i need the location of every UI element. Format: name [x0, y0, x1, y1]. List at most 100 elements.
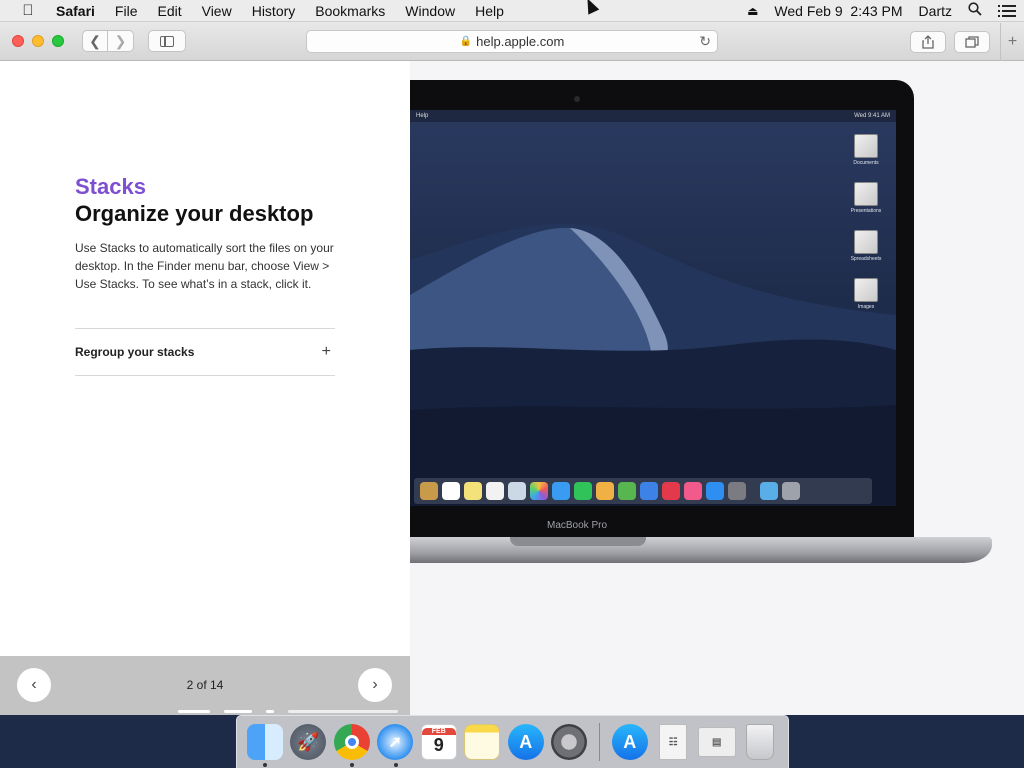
- app-icon: [662, 482, 680, 500]
- show-tabs-button[interactable]: [954, 31, 990, 53]
- zoom-button[interactable]: [52, 35, 64, 47]
- back-icon: ❮: [89, 32, 101, 49]
- laptop-label: MacBook Pro: [546, 520, 608, 531]
- app-icon: [728, 482, 746, 500]
- folder-stack-icon: [854, 230, 878, 254]
- menu-history[interactable]: History: [242, 0, 306, 22]
- menu-file[interactable]: File: [105, 0, 148, 22]
- stack-images: Images: [844, 278, 888, 310]
- back-button[interactable]: ❮: [82, 30, 108, 52]
- address-bar-url: help.apple.com: [476, 34, 565, 49]
- lock-icon: 🔒: [459, 36, 473, 47]
- dock-launchpad[interactable]: 🚀: [289, 722, 329, 762]
- dock-calendar[interactable]: FEB 9: [419, 722, 459, 762]
- progress-dot[interactable]: [288, 710, 398, 713]
- menu-datetime[interactable]: Wed Feb 9 2:43 PM: [774, 3, 902, 19]
- new-tab-button[interactable]: +: [1000, 23, 1024, 61]
- app-icon: [618, 482, 636, 500]
- dock-trash[interactable]: [740, 722, 780, 762]
- progress-dot[interactable]: [224, 710, 252, 713]
- launchpad-icon: 🚀: [290, 724, 327, 760]
- slide-counter: 2 of 14: [186, 678, 224, 692]
- progress-dot[interactable]: [178, 710, 210, 713]
- menu-app-name[interactable]: Safari: [56, 0, 105, 22]
- sidebar-icon: [160, 35, 174, 47]
- laptop-base: [410, 537, 992, 563]
- dock-app-store[interactable]: A: [506, 722, 546, 762]
- reload-icon[interactable]: ↻: [699, 33, 711, 50]
- app-icon: [760, 482, 778, 500]
- menu-user[interactable]: Dartz: [919, 3, 952, 19]
- article-body: Use Stacks to automatically sort the fil…: [75, 241, 334, 291]
- window-controls: [12, 35, 64, 47]
- dock-system-preferences[interactable]: [550, 722, 590, 762]
- menu-view[interactable]: View: [192, 0, 242, 22]
- dock-document[interactable]: ☷: [653, 722, 693, 762]
- plus-icon: +: [1007, 33, 1018, 50]
- folder-stack-icon: [854, 134, 878, 158]
- dock-installer[interactable]: ▤: [697, 722, 737, 762]
- address-bar[interactable]: 🔒 help.apple.com ↻: [306, 30, 718, 53]
- chrome-icon: [333, 724, 370, 760]
- search-icon[interactable]: [968, 2, 982, 19]
- sidebar-toggle-button[interactable]: [148, 30, 186, 52]
- next-slide-button[interactable]: ›: [358, 668, 392, 702]
- app-icon: [640, 482, 658, 500]
- folder-stack-icon: [854, 278, 878, 302]
- forward-icon: ❯: [114, 32, 127, 49]
- notification-list-icon[interactable]: [998, 4, 1016, 18]
- tabs-icon: [965, 36, 979, 48]
- app-store-icon: A: [611, 724, 648, 760]
- app-icon: [464, 482, 482, 500]
- safari-icon: ➚: [377, 724, 414, 760]
- progress-dot[interactable]: [266, 710, 274, 713]
- safari-toolbar: ❮ ❯ 🔒 help.apple.com ↻ +: [0, 22, 1024, 61]
- stack-spreadsheets: Spreadsheets: [844, 230, 888, 262]
- close-button[interactable]: [12, 35, 24, 47]
- dock-finder[interactable]: [245, 722, 285, 767]
- app-icon: [530, 482, 548, 500]
- notes-icon: [464, 724, 501, 760]
- apple-icon[interactable]: : [0, 2, 56, 19]
- app-icon: [508, 482, 526, 500]
- app-icon: [684, 482, 702, 500]
- menu-window[interactable]: Window: [395, 0, 465, 22]
- document-icon: ☷: [659, 724, 688, 760]
- illustration-menubar: Help Wed 9:41 AM: [410, 110, 896, 122]
- stack-presentations: Presentations: [844, 182, 888, 214]
- app-icon: [486, 482, 504, 500]
- dock: 🚀 ➚ FEB 9 A A ☷ ▤: [236, 715, 789, 768]
- stack-documents: Documents: [844, 134, 888, 166]
- gallery-pager: ‹ 2 of 14 ›: [0, 656, 410, 715]
- nav-buttons: ❮ ❯: [82, 30, 134, 52]
- menu-edit[interactable]: Edit: [147, 0, 191, 22]
- app-icon: [782, 482, 800, 500]
- illustration-dock: [414, 478, 872, 504]
- app-icon: [596, 482, 614, 500]
- illustration-menu-time: Wed 9:41 AM: [854, 113, 890, 119]
- dune-wallpaper: [410, 223, 896, 506]
- regroup-stacks-accordion[interactable]: Regroup your stacks +: [75, 328, 335, 376]
- minimize-button[interactable]: [32, 35, 44, 47]
- menu-help[interactable]: Help: [465, 0, 514, 22]
- eject-icon[interactable]: ⏏: [747, 4, 758, 18]
- app-icon: [574, 482, 592, 500]
- folder-stack-icon: [854, 182, 878, 206]
- calendar-icon: FEB 9: [420, 724, 457, 760]
- expand-plus-icon[interactable]: +: [322, 343, 331, 361]
- dock-app-store-downloads[interactable]: A: [610, 722, 650, 762]
- menu-bookmarks[interactable]: Bookmarks: [305, 0, 395, 22]
- app-store-icon: A: [507, 724, 544, 760]
- laptop-screen: Help Wed 9:41 AM Documents Presentations…: [410, 110, 896, 506]
- progress-dots: [178, 710, 398, 713]
- dock-safari[interactable]: ➚: [376, 722, 416, 767]
- article-headline: Organize your desktop: [75, 201, 314, 226]
- forward-button[interactable]: ❯: [108, 30, 134, 52]
- installer-icon: ▤: [697, 727, 736, 757]
- app-icon: [706, 482, 724, 500]
- share-button[interactable]: [910, 31, 946, 53]
- dock-chrome[interactable]: [332, 722, 372, 767]
- menu-bar:  Safari File Edit View History Bookmark…: [0, 0, 1024, 22]
- dock-notes[interactable]: [463, 722, 503, 762]
- app-icon: [552, 482, 570, 500]
